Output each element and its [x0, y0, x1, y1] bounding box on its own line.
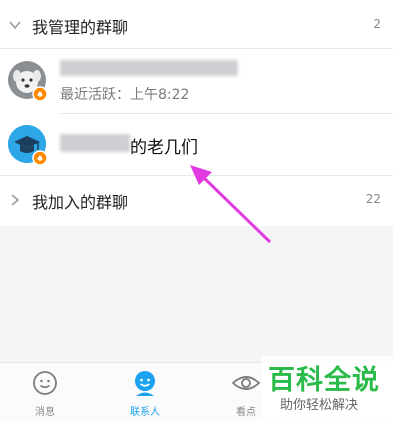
- message-smile-icon: [33, 371, 57, 395]
- watermark-title: 百科全说: [268, 365, 380, 396]
- tab-contacts[interactable]: 联系人: [109, 363, 181, 421]
- tab-contacts-label: 联系人: [130, 407, 160, 418]
- contacts-person-icon: [135, 371, 155, 396]
- tab-messages-label: 消息: [35, 407, 55, 418]
- watermark-subtitle: 助你轻松解决: [280, 398, 359, 413]
- eye-icon: [231, 376, 261, 390]
- tab-messages[interactable]: 消息: [9, 363, 81, 421]
- watermark-logo: 百科全说 助你轻松解决: [262, 356, 393, 420]
